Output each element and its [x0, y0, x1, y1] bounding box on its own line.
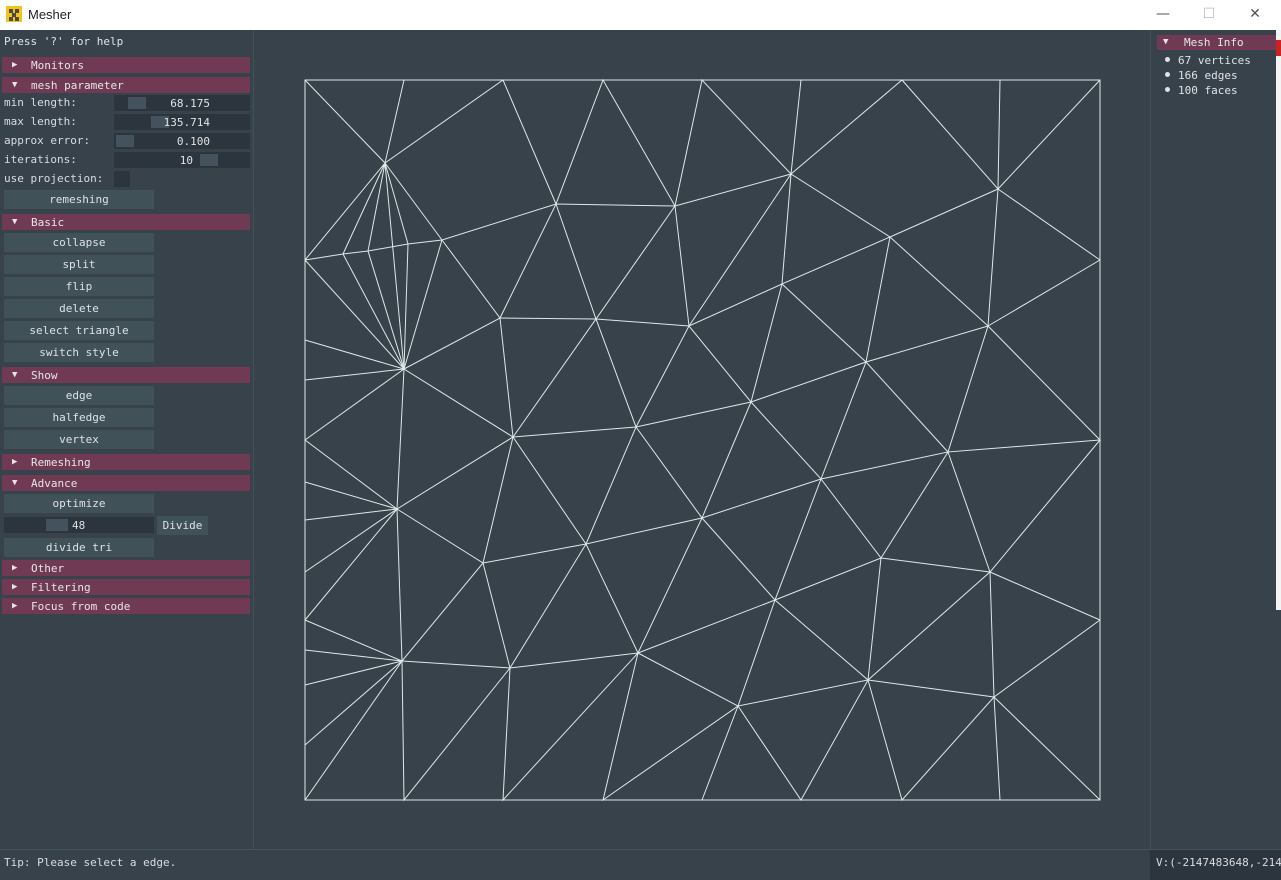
collapsed-arrow-icon: ▶	[12, 563, 18, 573]
iterations-value: 10	[179, 154, 193, 167]
section-label: Remeshing	[31, 456, 91, 469]
expanded-arrow-icon: ▼	[12, 370, 18, 380]
section-label: Show	[31, 369, 58, 382]
collapsed-arrow-icon: ▶	[12, 582, 18, 592]
halfedge-button[interactable]: halfedge	[4, 408, 154, 427]
collapse-button[interactable]: collapse	[4, 233, 154, 252]
slider-knob[interactable]	[200, 154, 218, 166]
section-basic[interactable]: ▼ Basic	[2, 214, 250, 230]
slider-knob[interactable]	[128, 97, 146, 109]
section-label: Basic	[31, 216, 65, 229]
max-length-slider[interactable]: 135.714	[114, 114, 250, 130]
status-bar: Tip: Please select a edge. V:(-214748364…	[0, 849, 1281, 880]
section-filtering[interactable]: ▶ Filtering	[2, 579, 250, 595]
cursor-coordinates: V:(-2147483648,-2147483648)	[1150, 850, 1281, 880]
vertex-count: 67 vertices	[1165, 54, 1251, 67]
coordinates-text: V:(-2147483648,-2147483648)	[1156, 856, 1281, 869]
section-label: Focus from code	[31, 600, 131, 613]
app-icon	[6, 6, 22, 22]
expanded-arrow-icon: ▼	[12, 217, 18, 227]
use-projection-checkbox[interactable]	[114, 171, 130, 187]
mesh-info-panel: ▼ Mesh Info 67 vertices 166 edges 100 fa…	[1150, 30, 1281, 849]
mesh-info-header[interactable]: ▼ Mesh Info	[1157, 35, 1280, 50]
max-length-value: 135.714	[163, 116, 210, 129]
collapsed-arrow-icon: ▶	[12, 601, 18, 611]
mesh-viewport[interactable]	[254, 30, 1150, 849]
select-triangle-button[interactable]: select triangle	[4, 321, 154, 340]
vertex-count-text: 67 vertices	[1178, 54, 1251, 67]
section-label: Filtering	[31, 581, 91, 594]
delete-button[interactable]: delete	[4, 299, 154, 318]
face-count: 100 faces	[1165, 84, 1238, 97]
divide-button[interactable]: Divide	[157, 516, 208, 535]
bullet-icon	[1165, 87, 1170, 92]
split-button[interactable]: split	[4, 255, 154, 274]
title-bar: Mesher — ☐ ✕	[0, 0, 1281, 30]
section-label: Advance	[31, 477, 78, 490]
expanded-arrow-icon: ▼	[12, 478, 18, 488]
slider-knob[interactable]	[46, 519, 68, 531]
section-label: Other	[31, 562, 65, 575]
status-tip: Tip: Please select a edge.	[4, 856, 177, 869]
face-count-text: 100 faces	[1178, 84, 1238, 97]
divide-tri-button[interactable]: divide tri	[4, 538, 154, 557]
edge-button[interactable]: edge	[4, 386, 154, 405]
switch-style-button[interactable]: switch style	[4, 343, 154, 362]
slider-knob[interactable]	[116, 135, 134, 147]
collapsed-arrow-icon: ▶	[12, 457, 18, 467]
flip-button[interactable]: flip	[4, 277, 154, 296]
maximize-button[interactable]: ☐	[1186, 0, 1232, 30]
approx-error-label: approx error:	[4, 134, 91, 147]
min-length-label: min length:	[4, 96, 77, 109]
window-title: Mesher	[28, 7, 72, 22]
collapsed-arrow-icon: ▶	[12, 60, 18, 70]
edge-count-text: 166 edges	[1178, 69, 1238, 82]
section-show[interactable]: ▼ Show	[2, 367, 250, 383]
expanded-arrow-icon: ▼	[12, 80, 18, 90]
background-window-edge	[1276, 30, 1281, 610]
section-mesh-parameter[interactable]: ▼ mesh parameter	[2, 77, 250, 93]
mesh-info-title: Mesh Info	[1184, 36, 1244, 49]
expanded-arrow-icon: ▼	[1163, 37, 1169, 47]
mesh-edges	[304, 78, 1102, 802]
edge-count: 166 edges	[1165, 69, 1238, 82]
min-length-slider[interactable]: 68.175	[114, 95, 250, 111]
control-panel: Press '?' for help ▶ Monitors ▼ mesh par…	[0, 30, 254, 849]
min-length-value: 68.175	[170, 97, 210, 110]
optimize-button[interactable]: optimize	[4, 494, 154, 513]
section-other[interactable]: ▶ Other	[2, 560, 250, 576]
approx-error-slider[interactable]: 0.100	[114, 133, 250, 149]
section-label: Monitors	[31, 59, 84, 72]
section-remeshing[interactable]: ▶ Remeshing	[2, 454, 250, 470]
iterations-label: iterations:	[4, 153, 77, 166]
divide-count-value: 48	[72, 519, 86, 532]
approx-error-value: 0.100	[176, 135, 210, 148]
bullet-icon	[1165, 72, 1170, 77]
background-window-mark	[1276, 40, 1281, 56]
minimize-button[interactable]: —	[1140, 0, 1186, 30]
iterations-slider[interactable]: 10	[114, 152, 250, 168]
section-monitors[interactable]: ▶ Monitors	[2, 57, 250, 73]
mesh-drawing[interactable]	[254, 30, 1150, 849]
section-advance[interactable]: ▼ Advance	[2, 475, 250, 491]
section-focus-from-code[interactable]: ▶ Focus from code	[2, 598, 250, 614]
remeshing-button[interactable]: remeshing	[4, 190, 154, 209]
divide-count-slider[interactable]: 48	[4, 517, 154, 533]
max-length-label: max length:	[4, 115, 77, 128]
section-label: mesh parameter	[31, 79, 124, 92]
use-projection-label: use projection:	[4, 172, 104, 185]
close-button[interactable]: ✕	[1232, 0, 1278, 30]
help-hint: Press '?' for help	[4, 35, 124, 48]
vertex-button[interactable]: vertex	[4, 430, 154, 449]
bullet-icon	[1165, 57, 1170, 62]
